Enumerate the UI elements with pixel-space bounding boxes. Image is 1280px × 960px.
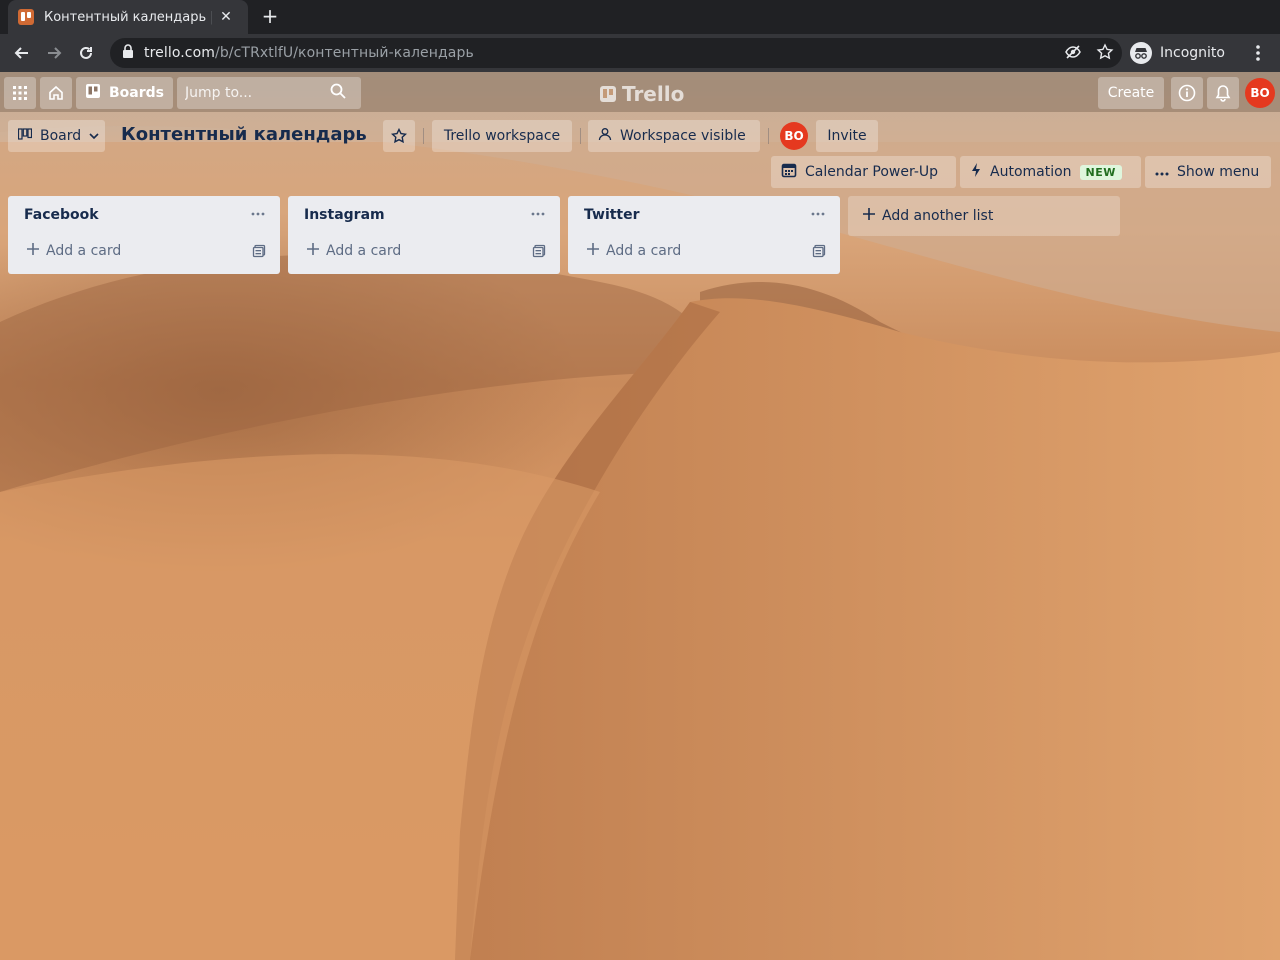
forward-icon[interactable] [40, 39, 68, 67]
add-list-label: Add another list [882, 208, 994, 224]
lock-icon [122, 44, 134, 62]
header-divider [768, 128, 769, 144]
card-template-icon[interactable] [532, 244, 546, 262]
list-twitter: Twitter Add a card [568, 196, 840, 274]
close-tab-icon[interactable]: ✕ [218, 9, 234, 25]
boards-label: Boards [109, 85, 164, 101]
url-text: trello.com/b/cTRxtlfU/контентный-календа… [144, 45, 474, 61]
card-template-icon[interactable] [252, 244, 266, 262]
browser-toolbar: trello.com/b/cTRxtlfU/контентный-календа… [0, 34, 1280, 72]
plus-icon [862, 207, 876, 225]
board-view-label: Board [40, 128, 82, 144]
list-instagram: Instagram Add a card [288, 196, 560, 274]
create-button[interactable]: Create [1098, 77, 1164, 109]
app-switcher-icon[interactable] [4, 77, 36, 109]
browser-menu-icon[interactable] [1248, 39, 1268, 67]
workspace-members-icon [598, 127, 612, 145]
trello-favicon-icon [18, 9, 34, 25]
new-badge: NEW [1079, 164, 1122, 180]
automation-label: Automation [990, 164, 1072, 180]
url-host: trello.com [144, 45, 215, 61]
url-path: /b/cTRxtlfU/контентный-календарь [215, 45, 474, 61]
new-tab-button[interactable]: + [258, 4, 282, 28]
add-card-button[interactable]: Add a card [306, 242, 401, 260]
notifications-bell-icon[interactable] [1207, 77, 1239, 109]
incognito-label: Incognito [1160, 45, 1225, 61]
jump-to-search[interactable] [177, 77, 361, 109]
bookmark-star-icon[interactable] [1096, 43, 1114, 65]
add-card-label: Add a card [326, 243, 402, 259]
header-divider [423, 128, 424, 144]
trello-logo[interactable]: Trello [600, 82, 684, 106]
list-menu-icon[interactable] [806, 204, 830, 224]
visibility-button[interactable]: Workspace visible [588, 120, 760, 152]
search-input[interactable] [185, 85, 330, 101]
reload-icon[interactable] [72, 39, 100, 67]
address-bar[interactable]: trello.com/b/cTRxtlfU/контентный-календа… [110, 38, 1122, 68]
board-member-avatar[interactable]: BO [780, 122, 808, 150]
trello-logo-icon [600, 86, 616, 102]
boards-icon [85, 83, 101, 103]
plus-icon [586, 242, 600, 260]
plus-icon [306, 242, 320, 260]
board-view-switcher[interactable]: Board [8, 120, 105, 152]
star-board-icon[interactable] [383, 120, 415, 152]
more-horizontal-icon [1155, 164, 1169, 180]
incognito-icon [1130, 42, 1152, 64]
boards-button[interactable]: Boards [76, 77, 173, 109]
browser-tab-bar: Контентный календарь | Trello ✕ + [0, 0, 1280, 34]
add-card-label: Add a card [46, 243, 122, 259]
list-title[interactable]: Facebook [24, 207, 99, 223]
add-another-list-button[interactable]: Add another list [848, 196, 1120, 236]
plus-icon [26, 242, 40, 260]
show-menu-button[interactable]: Show menu [1145, 156, 1271, 188]
incognito-indicator[interactable]: Incognito [1130, 39, 1225, 67]
browser-tab[interactable]: Контентный календарь | Trello ✕ [8, 0, 248, 34]
add-card-button[interactable]: Add a card [26, 242, 121, 260]
user-avatar[interactable]: BO [1245, 78, 1275, 108]
list-title[interactable]: Instagram [304, 207, 385, 223]
calendar-powerup-button[interactable]: Calendar Power-Up [771, 156, 956, 188]
list-menu-icon[interactable] [526, 204, 550, 224]
back-icon[interactable] [8, 39, 36, 67]
add-card-button[interactable]: Add a card [586, 242, 681, 260]
list-title[interactable]: Twitter [584, 207, 640, 223]
info-icon[interactable] [1171, 77, 1203, 109]
list-menu-icon[interactable] [246, 204, 270, 224]
header-divider [580, 128, 581, 144]
automation-button[interactable]: Automation NEW [960, 156, 1141, 188]
board-title[interactable]: Контентный календарь [121, 124, 367, 145]
show-menu-label: Show menu [1177, 164, 1260, 180]
board-view-icon [17, 128, 33, 144]
search-icon[interactable] [330, 83, 346, 103]
trello-header: Boards Trello Create BO [0, 72, 1280, 112]
list-facebook: Facebook Add a card [8, 196, 280, 274]
visibility-label: Workspace visible [620, 128, 746, 144]
eye-off-icon[interactable] [1064, 43, 1082, 65]
chevron-down-icon [89, 128, 99, 144]
logo-text: Trello [622, 82, 685, 106]
lightning-bolt-icon [970, 162, 982, 182]
invite-button[interactable]: Invite [816, 120, 878, 152]
add-card-label: Add a card [606, 243, 682, 259]
calendar-powerup-label: Calendar Power-Up [805, 164, 939, 180]
workspace-button[interactable]: Trello workspace [432, 120, 572, 152]
card-template-icon[interactable] [812, 244, 826, 262]
tab-title: Контентный календарь | Trello [44, 9, 212, 25]
home-icon[interactable] [40, 77, 72, 109]
calendar-icon [781, 162, 797, 182]
